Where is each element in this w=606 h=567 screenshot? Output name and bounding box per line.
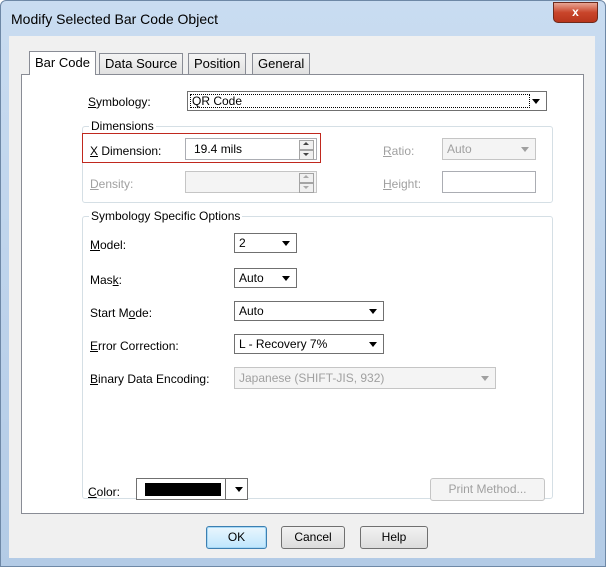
start-mode-label: Start Mode: xyxy=(90,306,153,320)
ratio-select[interactable]: Auto xyxy=(442,138,536,160)
density-label: Density: xyxy=(90,177,134,191)
tab-label: Data Source xyxy=(105,56,178,71)
ok-label: OK xyxy=(227,530,246,544)
spin-buttons xyxy=(299,173,314,193)
chevron-down-icon xyxy=(282,276,290,281)
x-dimension-input[interactable]: 19.4 mils xyxy=(185,138,317,160)
chevron-down-icon xyxy=(369,309,377,314)
close-button[interactable]: x xyxy=(553,2,598,23)
title-bar[interactable]: Modify Selected Bar Code Object x xyxy=(1,1,605,35)
height-label: Height: xyxy=(383,177,422,191)
spin-down-icon[interactable] xyxy=(299,150,314,160)
model-value: 2 xyxy=(239,236,246,250)
color-picker[interactable] xyxy=(136,478,248,500)
tab-bar-code[interactable]: Bar Code xyxy=(29,51,96,75)
print-method-label: Print Method... xyxy=(448,482,527,496)
model-select[interactable]: 2 xyxy=(234,233,297,253)
symbology-value: QR Code xyxy=(192,94,243,108)
chevron-down-icon xyxy=(235,487,243,492)
color-label: Color: xyxy=(88,485,121,499)
chevron-down-icon xyxy=(369,342,377,347)
x-dimension-value: 19.4 mils xyxy=(194,142,243,156)
color-divider xyxy=(225,479,226,499)
window-title: Modify Selected Bar Code Object xyxy=(11,11,218,27)
start-mode-value: Auto xyxy=(239,304,264,318)
binary-encoding-value: Japanese (SHIFT-JIS, 932) xyxy=(239,371,385,385)
cancel-label: Cancel xyxy=(294,530,332,544)
tab-data-source[interactable]: Data Source xyxy=(99,53,184,74)
color-swatch xyxy=(145,483,221,496)
tab-label: General xyxy=(258,56,305,71)
error-correction-value: L - Recovery 7% xyxy=(239,337,328,351)
symbology-label: Symbology: xyxy=(88,95,151,109)
symbology-label-text: ymbology: xyxy=(96,95,151,109)
ratio-value: Auto xyxy=(447,142,472,156)
mask-select[interactable]: Auto xyxy=(234,268,297,288)
spin-buttons xyxy=(299,140,314,160)
bar-code-panel: Symbology: QR Code Dimensions X Dimensio… xyxy=(21,74,584,514)
binary-encoding-label: Binary Data Encoding: xyxy=(90,372,210,386)
symbology-select[interactable]: QR Code xyxy=(187,91,547,111)
help-label: Help xyxy=(381,530,407,544)
chevron-down-icon xyxy=(521,147,529,152)
start-mode-select[interactable]: Auto xyxy=(234,301,384,321)
dialog-client: Bar Code Data Source Position General Sy… xyxy=(9,36,595,558)
error-correction-select[interactable]: L - Recovery 7% xyxy=(234,334,384,354)
dimensions-title: Dimensions xyxy=(89,119,156,133)
binary-encoding-select[interactable]: Japanese (SHIFT-JIS, 932) xyxy=(234,367,496,389)
symbology-options-group: Symbology Specific Options xyxy=(82,209,553,499)
model-label: Model: xyxy=(90,238,127,252)
cancel-button[interactable]: Cancel xyxy=(281,526,345,549)
print-method-button[interactable]: Print Method... xyxy=(430,478,545,501)
help-button[interactable]: Help xyxy=(360,526,428,549)
tab-label: Position xyxy=(194,56,241,71)
chevron-down-icon xyxy=(282,241,290,246)
ratio-label: Ratio: xyxy=(383,144,415,158)
tab-position[interactable]: Position xyxy=(188,53,247,74)
spin-down-icon[interactable] xyxy=(299,183,314,193)
tab-label: Bar Code xyxy=(35,55,90,70)
height-input[interactable] xyxy=(442,171,536,193)
density-input[interactable] xyxy=(185,171,317,193)
mask-label: Mask: xyxy=(90,273,123,287)
spin-up-icon[interactable] xyxy=(299,173,314,183)
chevron-down-icon xyxy=(532,99,540,104)
mask-value: Auto xyxy=(239,271,264,285)
symbology-options-title: Symbology Specific Options xyxy=(89,209,243,223)
ok-button[interactable]: OK xyxy=(206,526,267,549)
error-correction-label: Error Correction: xyxy=(90,339,179,353)
dialog-window: Modify Selected Bar Code Object x Bar Co… xyxy=(0,0,606,567)
close-icon: x xyxy=(572,5,579,19)
tab-general[interactable]: General xyxy=(252,53,311,74)
spin-up-icon[interactable] xyxy=(299,140,314,150)
chevron-down-icon xyxy=(481,376,489,381)
x-dimension-label: X Dimension: xyxy=(90,144,162,158)
